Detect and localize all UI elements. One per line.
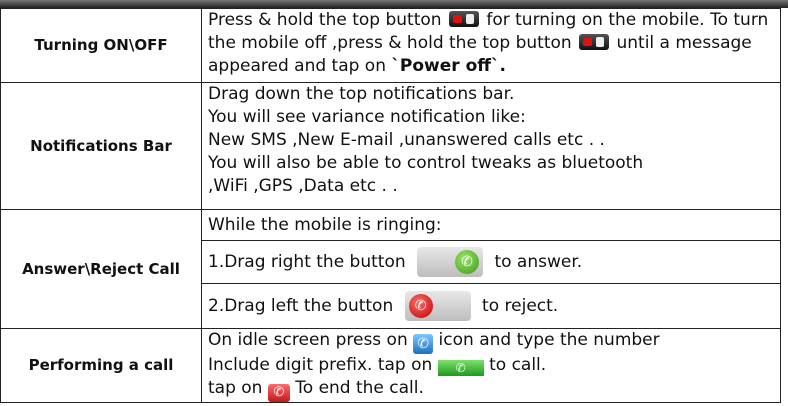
desc-line: You will also be able to control tweaks …	[208, 153, 644, 173]
row-desc-answer-reject: While the mobile is ringing: 1.Drag righ…	[201, 209, 781, 329]
instructions-table: Turning ON\OFF Press & hold the top butt…	[0, 8, 781, 403]
power-off-emphasis: `Power off`.	[391, 56, 506, 76]
end-call-icon: ✆	[267, 384, 290, 402]
table-row: Answer\Reject Call While the mobile is r…	[0, 209, 781, 329]
reject-slider-icon: ✆	[404, 291, 471, 321]
reject-instruction: 2.Drag left the button ✆ to reject.	[202, 284, 780, 328]
row-label-turning-on-off: Turning ON\OFF	[0, 8, 202, 83]
ringing-intro: While the mobile is ringing:	[202, 210, 780, 241]
answer-instruction: 1.Drag right the button ✆ to answer.	[202, 241, 780, 284]
table-row: Performing a call On idle screen press o…	[0, 328, 781, 403]
phone-app-icon: ✆	[413, 334, 434, 354]
row-label-answer-reject: Answer\Reject Call	[0, 209, 202, 329]
row-desc-performing-call: On idle screen press on ✆ icon and type …	[201, 328, 781, 403]
answer-slider-icon: ✆	[417, 247, 484, 277]
row-label-performing-call: Performing a call	[0, 328, 202, 403]
desc-line: You will see variance notification like:	[208, 107, 526, 127]
desc-line: Drag down the top notifications bar.	[208, 84, 515, 104]
row-desc-notifications-bar: Drag down the top notifications bar. You…	[201, 82, 781, 210]
power-lock-button-icon	[448, 11, 479, 27]
desc-line: ,WiFi ,GPS ,Data etc . .	[208, 176, 398, 196]
green-call-button-icon: ✆	[437, 360, 484, 376]
row-desc-turning-on-off: Press & hold the top button for turning …	[201, 8, 781, 83]
desc-line: tap on ✆ To end the call.	[208, 378, 424, 402]
row-label-notifications-bar: Notifications Bar	[0, 82, 202, 210]
header-bar: king	[0, 0, 788, 8]
desc-line: New SMS ,New E-mail ,unanswered calls et…	[208, 130, 605, 150]
desc-line: On idle screen press on ✆ icon and type …	[208, 330, 660, 354]
table-row: Notifications Bar Drag down the top noti…	[0, 82, 781, 210]
desc-line: Include digit prefix. tap on ✆ to call.	[208, 355, 547, 376]
table-row: Turning ON\OFF Press & hold the top butt…	[0, 8, 781, 83]
power-lock-button-icon	[579, 34, 610, 50]
